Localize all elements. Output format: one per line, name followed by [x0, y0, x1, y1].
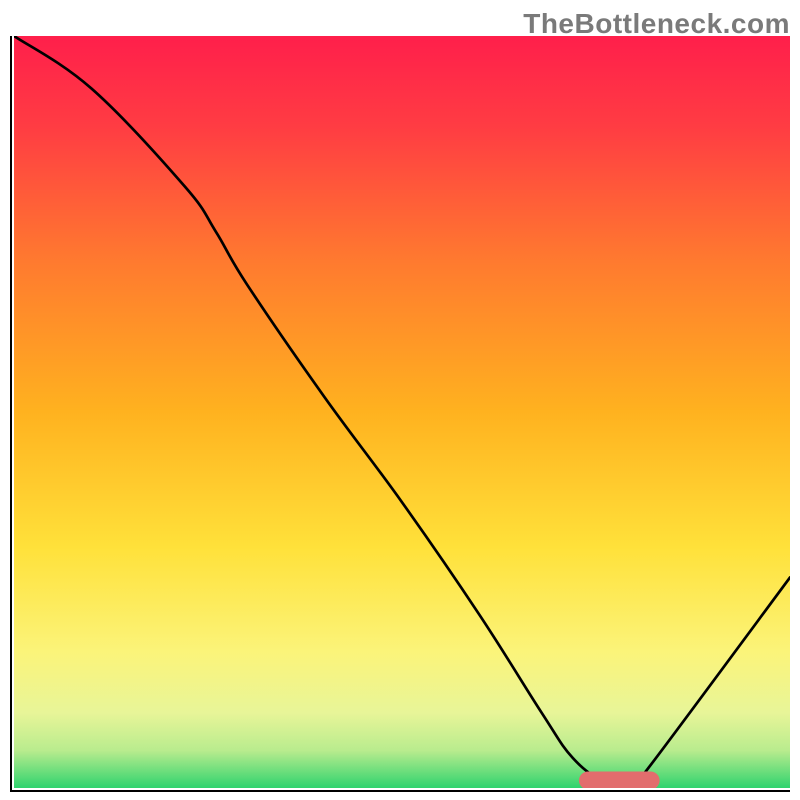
plot-area	[10, 36, 790, 792]
bottleneck-chart: TheBottleneck.com	[0, 0, 800, 800]
curve-layer	[14, 36, 790, 788]
bottleneck-curve	[14, 36, 790, 786]
